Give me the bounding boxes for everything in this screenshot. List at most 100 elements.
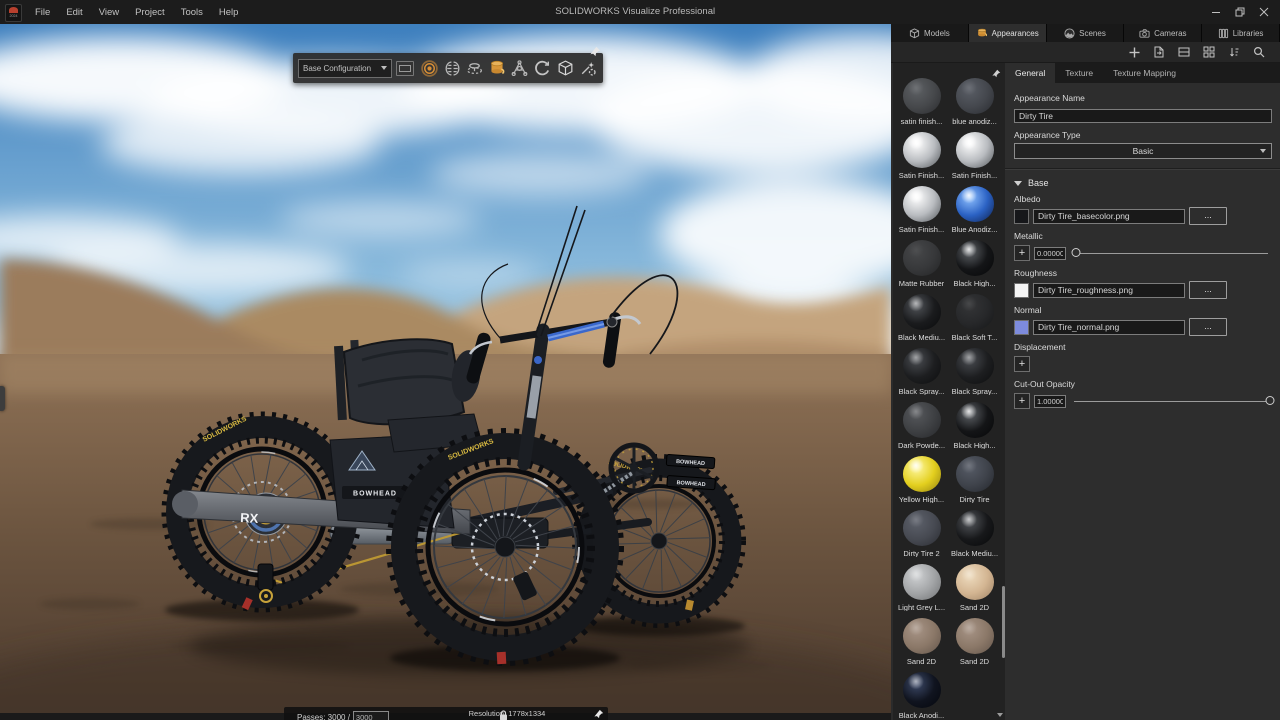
- normal-swatch[interactable]: [1014, 320, 1029, 335]
- material-label: Satin Finish...: [952, 171, 997, 179]
- appearance-thumb-black-anodi[interactable]: Black Anodi...: [895, 665, 948, 719]
- keyboard-shortcuts-icon[interactable]: [396, 61, 414, 76]
- sort-icon[interactable]: [1227, 45, 1241, 59]
- material-sphere: [903, 348, 941, 384]
- normal-browse-button[interactable]: ...: [1189, 318, 1227, 336]
- appearance-name-label: Appearance Name: [1014, 93, 1272, 103]
- roughness-swatch[interactable]: [1014, 283, 1029, 298]
- appearance-thumb-black-high[interactable]: Black High...: [948, 395, 1001, 449]
- metallic-slider-handle[interactable]: [1072, 248, 1081, 257]
- viewport-toolbar: Base Configuration: [293, 53, 603, 83]
- grid-view-icon[interactable]: [1202, 45, 1216, 59]
- configuration-dropdown[interactable]: Base Configuration: [298, 59, 392, 78]
- add-icon[interactable]: [1127, 45, 1141, 59]
- appearance-thumb-satin-finish[interactable]: Satin Finish...: [895, 125, 948, 179]
- appearance-thumb-yellow-high[interactable]: Yellow High...: [895, 449, 948, 503]
- split-view-icon[interactable]: [1177, 45, 1191, 59]
- close-button[interactable]: [1252, 0, 1276, 24]
- appearance-thumb-black-mediu[interactable]: Black Mediu...: [948, 503, 1001, 557]
- scenes-icon: [1064, 28, 1075, 39]
- appearance-thumb-satin-finish[interactable]: satin finish...: [895, 71, 948, 125]
- rendered-scene: SOLIDWORKS BOWHEAD: [0, 24, 891, 720]
- tab-libraries[interactable]: Libraries: [1202, 24, 1280, 42]
- metallic-value-input[interactable]: [1034, 247, 1066, 260]
- rotate-c-icon[interactable]: [532, 56, 553, 80]
- metallic-slider[interactable]: [1074, 245, 1272, 261]
- turntable-icon[interactable]: [464, 56, 485, 80]
- menu-view[interactable]: View: [91, 7, 127, 18]
- render-target-icon[interactable]: [419, 56, 440, 80]
- libraries-icon: [1218, 28, 1229, 39]
- left-panel-handle[interactable]: [0, 386, 5, 411]
- cutout-opacity-slider[interactable]: [1074, 393, 1272, 409]
- tab-general[interactable]: General: [1005, 63, 1055, 83]
- tab-texture-mapping[interactable]: Texture Mapping: [1103, 63, 1186, 83]
- menu-help[interactable]: Help: [211, 7, 247, 18]
- appearance-thumb-sand-2d[interactable]: Sand 2D: [948, 557, 1001, 611]
- tripod-environment-icon[interactable]: [510, 56, 531, 80]
- appearance-thumb-black-mediu[interactable]: Black Mediu...: [895, 287, 948, 341]
- scroll-down-arrow[interactable]: [997, 713, 1003, 717]
- appearance-thumb-satin-finish[interactable]: Satin Finish...: [948, 125, 1001, 179]
- appearance-thumb-sand-2d[interactable]: Sand 2D: [948, 611, 1001, 665]
- appearance-thumb-blue-anodiz[interactable]: Blue Anodiz...: [948, 179, 1001, 233]
- toolbar-pin-icon[interactable]: [590, 46, 601, 57]
- render-viewport[interactable]: SOLIDWORKS BOWHEAD: [0, 24, 891, 720]
- appearance-thumb-dirty-tire-2[interactable]: Dirty Tire 2: [895, 503, 948, 557]
- appearance-thumb-black-soft-t[interactable]: Black Soft T...: [948, 287, 1001, 341]
- appearance-thumb-light-grey-l[interactable]: Light Grey L...: [895, 557, 948, 611]
- palette-actions: [891, 42, 1280, 63]
- menu-file[interactable]: File: [27, 7, 58, 18]
- albedo-browse-button[interactable]: ...: [1189, 207, 1227, 225]
- material-sphere: [956, 618, 994, 654]
- roughness-browse-button[interactable]: ...: [1189, 281, 1227, 299]
- normal-file-input[interactable]: [1033, 320, 1185, 335]
- appearance-name-input[interactable]: [1014, 109, 1272, 123]
- tab-cameras[interactable]: Cameras: [1124, 24, 1202, 42]
- appearance-thumb-sand-2d[interactable]: Sand 2D: [895, 611, 948, 665]
- menu-tools[interactable]: Tools: [173, 7, 211, 18]
- statusbar-pin-icon[interactable]: [594, 709, 604, 719]
- search-icon[interactable]: [1252, 45, 1266, 59]
- menu-edit[interactable]: Edit: [58, 7, 90, 18]
- tab-models[interactable]: Models: [891, 24, 969, 42]
- import-icon[interactable]: [1152, 45, 1166, 59]
- palette-tabs: Models Appearances Scenes Cameras Librar…: [891, 24, 1280, 42]
- material-label: Dirty Tire: [960, 495, 990, 503]
- minimize-button[interactable]: [1204, 0, 1228, 24]
- tab-scenes[interactable]: Scenes: [1047, 24, 1125, 42]
- app-icon[interactable]: 2024: [5, 4, 22, 22]
- cutout-value-input[interactable]: [1034, 395, 1066, 408]
- appearance-type-dropdown[interactable]: Basic: [1014, 143, 1272, 159]
- rx-label: RX: [240, 510, 259, 526]
- displacement-add-button[interactable]: +: [1014, 356, 1030, 372]
- tab-appearances[interactable]: Appearances: [969, 24, 1047, 42]
- appearance-thumb-black-high[interactable]: Black High...: [948, 233, 1001, 287]
- cutout-slider-handle[interactable]: [1266, 396, 1275, 405]
- base-section-header[interactable]: Base: [1014, 178, 1272, 188]
- appearance-thumb-dirty-tire[interactable]: Dirty Tire: [948, 449, 1001, 503]
- restore-button[interactable]: [1228, 0, 1252, 24]
- albedo-swatch[interactable]: [1014, 209, 1029, 224]
- metallic-add-button[interactable]: +: [1014, 245, 1030, 261]
- strip-pin-icon[interactable]: [992, 65, 1001, 83]
- material-sphere: [956, 564, 994, 600]
- denoiser-icon[interactable]: [442, 56, 463, 80]
- roughness-file-input[interactable]: [1033, 283, 1185, 298]
- passes-label: Passes: 3000 /: [297, 712, 350, 720]
- appearance-thumb-dark-powde[interactable]: Dark Powde...: [895, 395, 948, 449]
- albedo-file-input[interactable]: [1033, 209, 1185, 224]
- cutout-add-button[interactable]: +: [1014, 393, 1030, 409]
- appearance-thumb-black-spray[interactable]: Black Spray...: [948, 341, 1001, 395]
- appearance-thumb-black-spray[interactable]: Black Spray...: [895, 341, 948, 395]
- cameras-icon: [1139, 28, 1150, 39]
- magic-wand-icon[interactable]: [577, 56, 598, 80]
- appearance-thumb-matte-rubber[interactable]: Matte Rubber: [895, 233, 948, 287]
- property-tabs: General Texture Texture Mapping: [1005, 63, 1280, 83]
- tab-texture[interactable]: Texture: [1055, 63, 1103, 83]
- appearance-thumb-satin-finish[interactable]: Satin Finish...: [895, 179, 948, 233]
- appearance-cylinder-icon[interactable]: [487, 56, 508, 80]
- passes-input[interactable]: [353, 711, 389, 720]
- menu-project[interactable]: Project: [127, 7, 173, 18]
- cube-icon[interactable]: [555, 56, 576, 80]
